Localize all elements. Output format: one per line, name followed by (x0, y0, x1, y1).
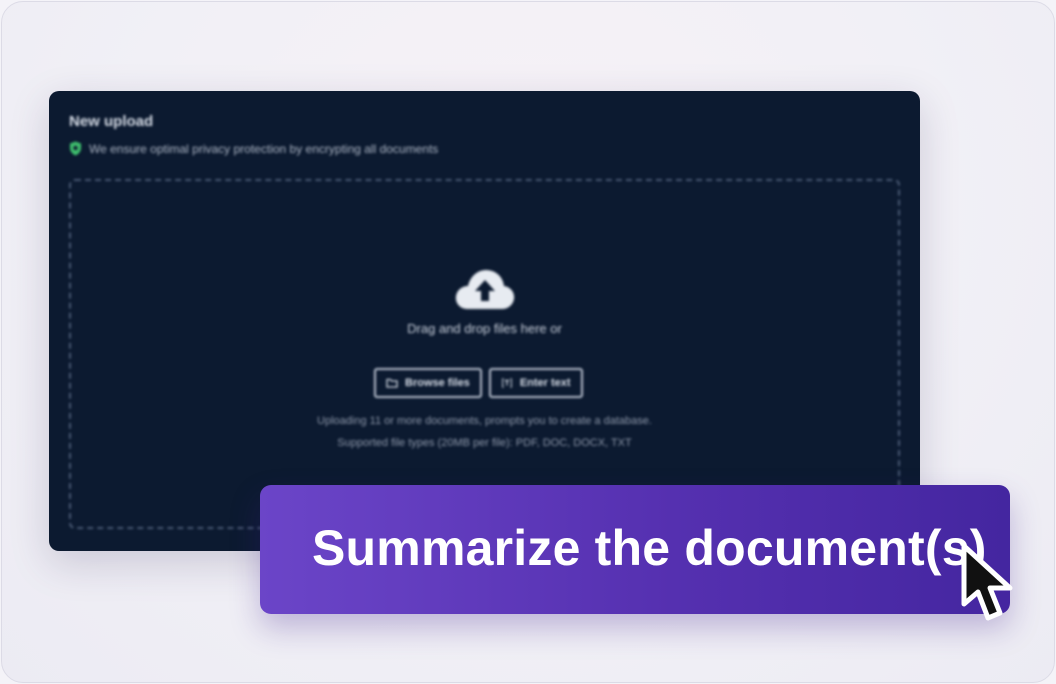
enter-text-label: Enter text (519, 377, 571, 389)
file-dropzone[interactable] (69, 179, 900, 529)
privacy-note: We ensure optimal privacy protection by … (69, 141, 438, 156)
app-frame: New upload We ensure optimal privacy pro… (1, 1, 1055, 683)
shield-icon (70, 141, 81, 156)
upload-panel: New upload We ensure optimal privacy pro… (49, 91, 920, 551)
upload-hint-filetypes: Supported file types (20MB per file): PD… (337, 437, 632, 449)
mouse-pointer-icon (961, 543, 1013, 621)
browse-files-label: Browse files (405, 377, 470, 389)
folder-icon (386, 378, 398, 388)
summarize-documents-button[interactable]: Summarize the document(s) (260, 485, 1010, 614)
privacy-text: We ensure optimal privacy protection by … (89, 141, 439, 156)
enter-text-button[interactable]: Enter text (488, 368, 583, 398)
dropzone-text: Drag and drop files here or (407, 321, 562, 336)
upload-hint-database: Uploading 11 or more documents, prompts … (317, 415, 652, 427)
browse-files-button[interactable]: Browse files (374, 368, 482, 398)
upload-title: New upload (69, 113, 154, 130)
upload-actions: Browse files Enter text (374, 368, 583, 398)
summarize-label: Summarize the document(s) (312, 520, 987, 576)
text-cursor-icon (501, 378, 512, 388)
cloud-upload-icon (455, 270, 515, 309)
